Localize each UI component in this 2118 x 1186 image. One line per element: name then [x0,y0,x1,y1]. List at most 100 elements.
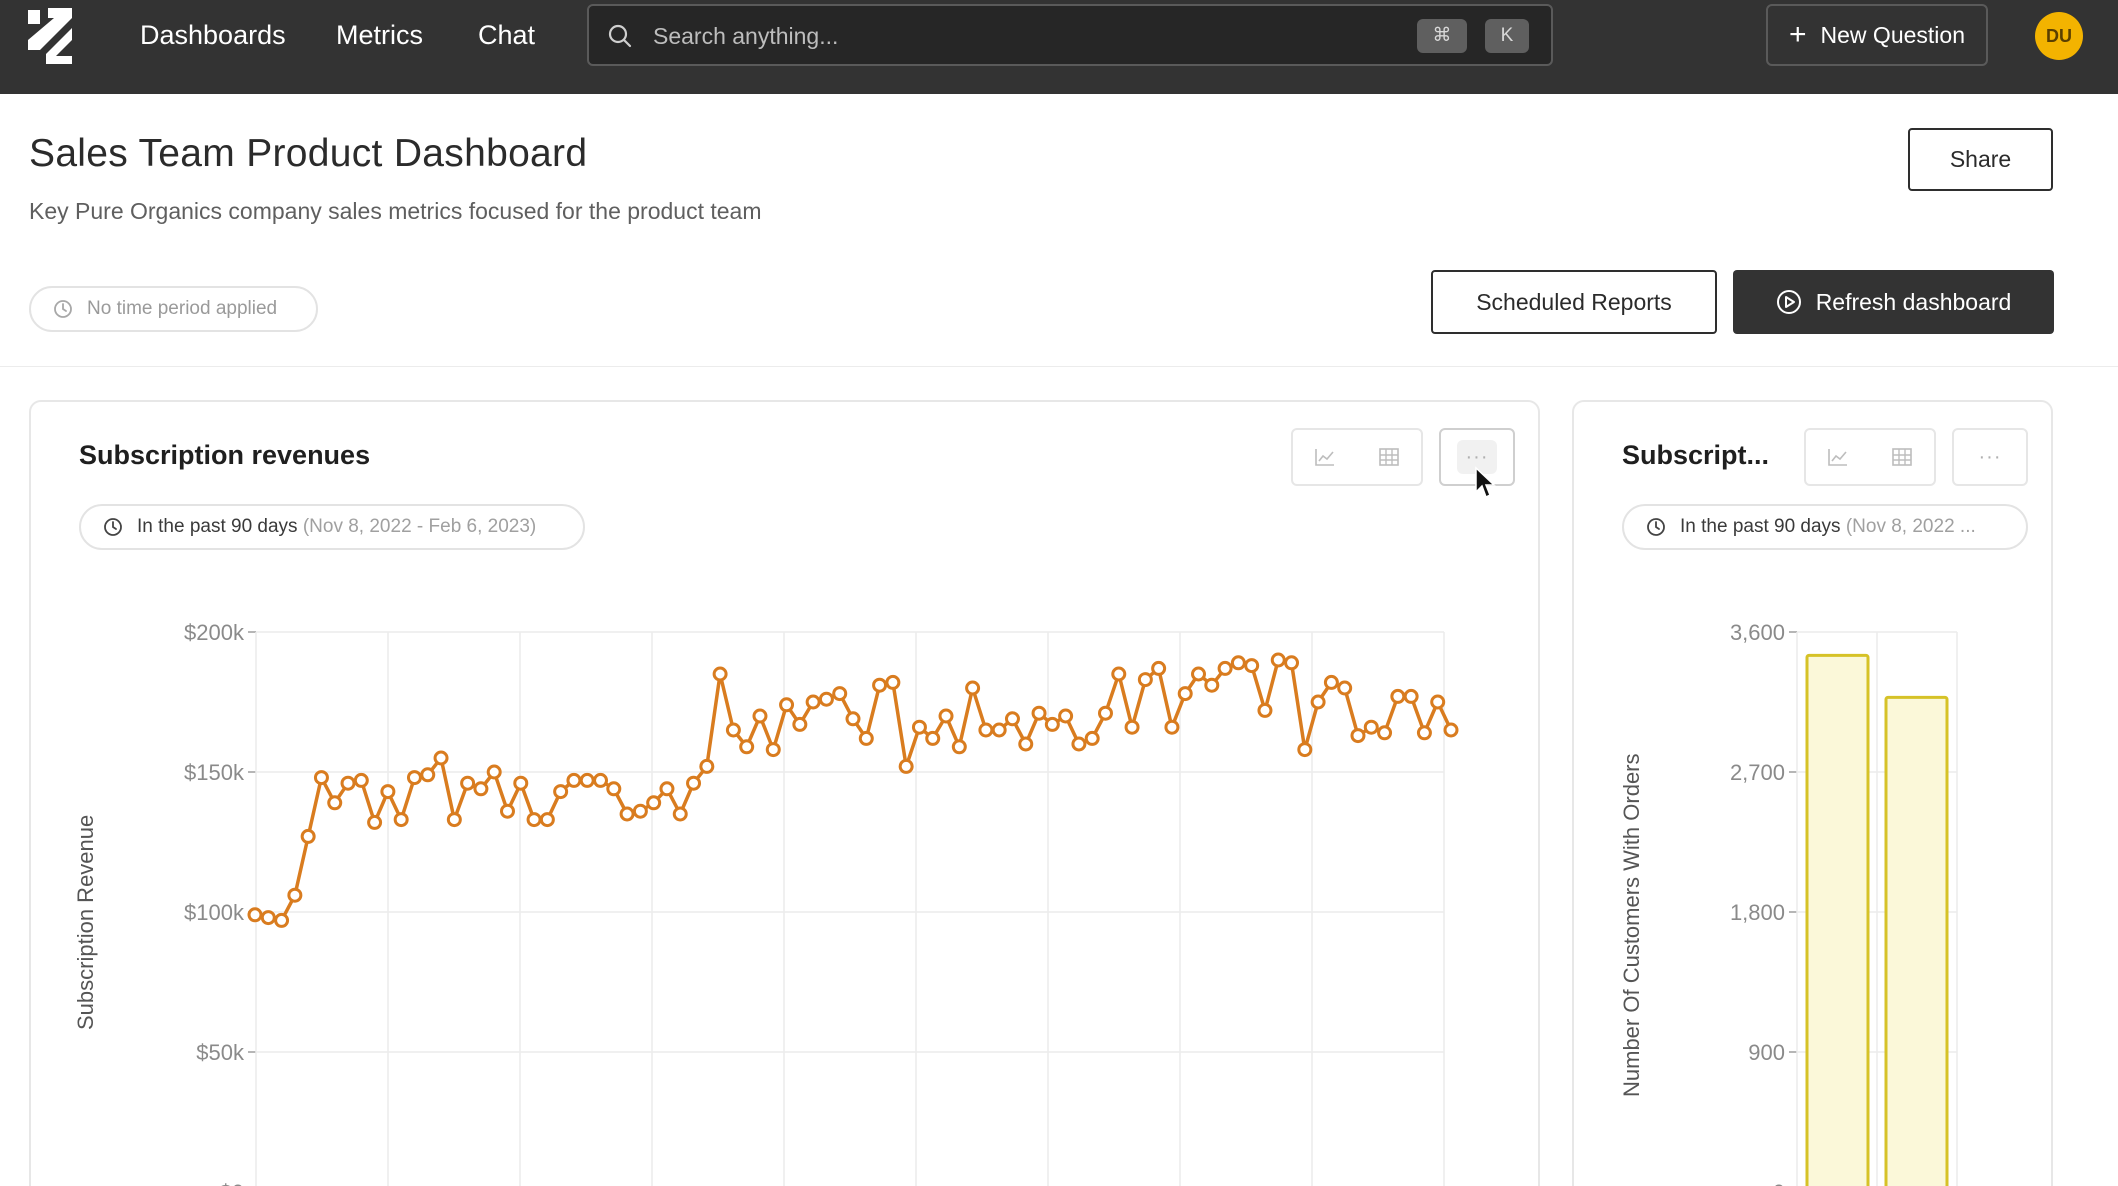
y-tick-label: $0 [220,1180,244,1186]
data-point [353,772,369,788]
data-point [606,781,622,797]
data-point [1084,730,1100,746]
data-point [380,784,396,800]
data-point [872,677,888,693]
search-input[interactable] [653,16,1353,56]
data-point [885,674,901,690]
data-point [526,812,542,828]
data-point [1018,736,1034,752]
data-point [566,772,582,788]
refresh-dashboard-label: Refresh dashboard [1815,288,2012,315]
data-point [712,666,728,682]
data-point [672,806,688,822]
data-point [858,730,874,746]
bar [1805,653,1870,1186]
bar-chart: 0 900 1,800 2,700 3,600 [1730,620,1958,1186]
nav-dashboards[interactable]: Dashboards [140,18,286,52]
data-point [1124,719,1140,735]
data-point [313,770,329,786]
data-point [300,828,316,844]
data-point [1350,728,1366,744]
page-title: Sales Team Product Dashboard [29,132,588,175]
y-tick-label: 900 [1748,1040,1785,1065]
data-point [765,742,781,758]
time-period-filter[interactable]: No time period applied [29,286,318,332]
data-point [539,812,555,828]
data-point [818,691,834,707]
data-point [1004,711,1020,727]
data-point [1244,658,1260,674]
nav-chat[interactable]: Chat [478,18,535,52]
data-point [1151,660,1167,676]
data-point [553,784,569,800]
line-series [254,658,1453,923]
data-point [1416,725,1432,741]
data-point [593,772,609,788]
data-point [340,775,356,791]
data-point [393,812,409,828]
data-point [1097,705,1113,721]
refresh-dashboard-button[interactable]: Refresh dashboard [1733,270,2054,334]
data-point [951,739,967,755]
data-point [1177,686,1193,702]
data-point [473,781,489,797]
mouse-cursor-icon [1475,466,1496,499]
search-bar[interactable]: ⌘ K [587,4,1553,66]
chart-card-subscription-revenues: Subscription revenues ··· In the past 90 [29,400,1540,1186]
line-chart: $0 $50k $100k $150k $200k [184,620,1459,1186]
bar [1884,695,1949,1186]
y-tick-label: 2,700 [1730,760,1785,785]
data-point [433,750,449,766]
share-button[interactable]: Share [1908,128,2053,191]
logo-icon[interactable] [26,6,78,64]
data-point [978,722,994,738]
data-point [420,767,436,783]
data-point [1111,666,1127,682]
page-subtitle: Key Pure Organics company sales metrics … [29,198,762,224]
data-point [779,697,795,713]
data-point [1058,708,1074,724]
data-point [579,772,595,788]
time-period-label: No time period applied [87,298,278,319]
nav-metrics[interactable]: Metrics [336,18,423,52]
play-circle-icon [1776,290,1801,314]
top-navigation-bar: Dashboards Metrics Chat ⌘ K + New Questi… [0,0,2118,94]
data-point [898,758,914,774]
data-point [792,716,808,732]
data-point [460,775,476,791]
data-point [406,770,422,786]
y-tick-label: 0 [1773,1180,1785,1186]
data-point [965,680,981,696]
data-point [1257,702,1273,718]
data-point [1390,688,1406,704]
data-point [832,686,848,702]
new-question-label: New Question [1820,21,1965,48]
data-point [1363,719,1379,735]
data-point [247,907,263,923]
data-point [274,912,290,928]
data-point [752,708,768,724]
data-point [1430,694,1446,710]
data-point [686,775,702,791]
new-question-button[interactable]: + New Question [1766,4,1988,66]
data-point [632,803,648,819]
data-point [1137,672,1153,688]
y-tick-label: $200k [184,620,245,645]
data-point [911,719,927,735]
clock-icon [54,300,72,318]
data-point [1403,688,1419,704]
data-point [260,910,276,926]
data-point [1377,725,1393,741]
data-point [991,722,1007,738]
scheduled-reports-button[interactable]: Scheduled Reports [1431,270,1717,334]
data-point [327,795,343,811]
data-point [1191,666,1207,682]
data-point [845,711,861,727]
user-avatar[interactable]: DU [2035,12,2083,60]
data-point [1270,652,1286,668]
data-point [287,887,303,903]
data-point [646,795,662,811]
data-point [1323,674,1339,690]
data-point [725,722,741,738]
y-tick-label: $150k [184,760,245,785]
